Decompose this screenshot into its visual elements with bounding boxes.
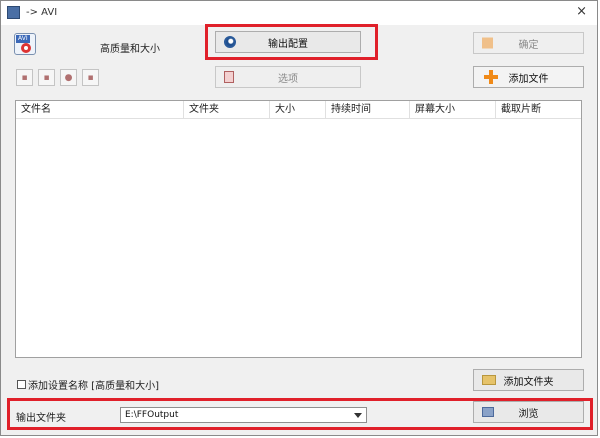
tool-play-button[interactable]: ● (60, 69, 77, 86)
close-icon[interactable]: × (576, 4, 587, 19)
window-title: -> AVI (26, 7, 58, 18)
ok-label: 确定 (518, 39, 539, 51)
avi-profile-icon[interactable]: AVI (14, 33, 36, 55)
add-file-label: 添加文件 (508, 73, 549, 85)
add-file-button[interactable]: 添加文件 (473, 66, 584, 88)
file-list[interactable]: 文件名 文件夹 大小 持续时间 屏幕大小 截取片断 (15, 100, 582, 358)
file-list-header: 文件名 文件夹 大小 持续时间 屏幕大小 截取片断 (16, 101, 581, 119)
add-folder-button[interactable]: 添加文件夹 (473, 369, 584, 391)
column-folder[interactable]: 文件夹 (184, 101, 270, 118)
column-duration[interactable]: 持续时间 (326, 101, 410, 118)
tool-info-button[interactable]: ▪ (82, 69, 99, 86)
highlight-frame-output-folder (7, 398, 593, 430)
add-setting-name-option[interactable]: 添加设置名称 [高质量和大小] (17, 377, 159, 392)
options-icon (224, 71, 234, 83)
profile-name: 高质量和大小 (100, 44, 160, 55)
plus-icon (484, 70, 498, 84)
title-bar: -> AVI × (1, 1, 597, 25)
column-clip[interactable]: 截取片断 (496, 101, 581, 118)
app-icon (7, 6, 20, 19)
add-setting-name-checkbox[interactable] (17, 380, 26, 389)
highlight-frame-output-config (205, 24, 378, 60)
ok-button[interactable]: 确定 (473, 32, 584, 54)
column-filename[interactable]: 文件名 (16, 101, 184, 118)
tool-clear-button[interactable]: ▪ (38, 69, 55, 86)
options-button[interactable]: 选项 (215, 66, 361, 88)
tool-remove-button[interactable]: ▪ (16, 69, 33, 86)
options-label: 选项 (278, 73, 298, 85)
column-screen-size[interactable]: 屏幕大小 (410, 101, 496, 118)
add-setting-name-label: 添加设置名称 [高质量和大小] (28, 381, 159, 392)
arrow-icon (482, 37, 493, 49)
folder-icon (482, 375, 496, 385)
column-size[interactable]: 大小 (270, 101, 326, 118)
profile-disc-icon (21, 43, 31, 53)
add-folder-label: 添加文件夹 (503, 376, 554, 388)
profile-icon-tag: AVI (16, 35, 30, 43)
